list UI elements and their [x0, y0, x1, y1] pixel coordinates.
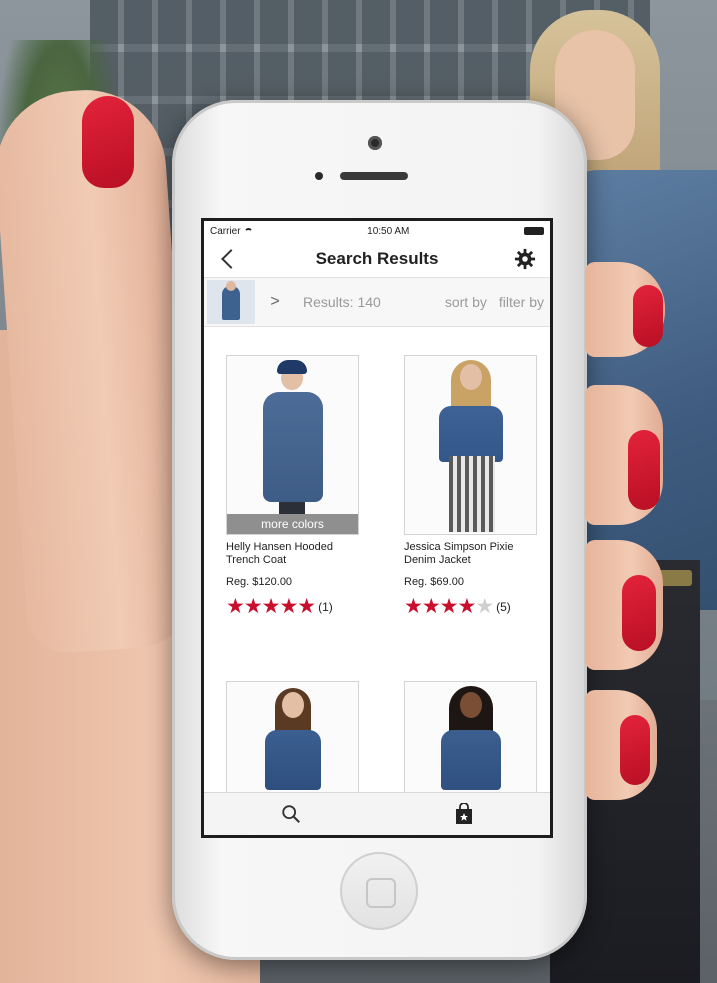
- watch: [658, 570, 692, 586]
- filter-by-button[interactable]: filter by: [493, 294, 550, 310]
- wifi-icon: [243, 227, 253, 235]
- carrier-label: Carrier: [210, 225, 241, 237]
- sort-by-button[interactable]: sort by: [439, 294, 493, 310]
- product-rating: ★★★★★ (1): [226, 594, 359, 619]
- product-rating: ★★★★★ (5): [404, 594, 537, 619]
- status-bar: Carrier 10:50 AM: [204, 221, 550, 241]
- product-price: Reg. $69.00: [404, 576, 464, 588]
- star-rating: ★★★★★: [226, 595, 316, 618]
- product-name[interactable]: Helly Hansen Hooded Trench Coat: [226, 541, 359, 567]
- product-card[interactable]: Jessica Simpson Pixie Denim Jacket Reg. …: [404, 355, 537, 619]
- chevron-right-icon[interactable]: >: [255, 293, 295, 311]
- product-image[interactable]: more colors: [226, 355, 359, 535]
- home-button[interactable]: [340, 852, 418, 930]
- tab-search[interactable]: [204, 793, 377, 835]
- clock: 10:50 AM: [367, 225, 410, 237]
- finger-nail: [620, 715, 650, 785]
- battery-icon: [523, 227, 544, 235]
- search-icon: [281, 805, 300, 823]
- filter-bar: > Results: 140 sort by filter by: [204, 278, 550, 327]
- star-rating: ★★★★★: [404, 595, 494, 618]
- thumb-nail: [82, 96, 134, 188]
- proximity-sensor: [315, 172, 323, 180]
- finger-nail: [628, 430, 660, 510]
- rating-count: (5): [496, 599, 511, 614]
- front-camera: [368, 136, 382, 150]
- tab-bag[interactable]: [377, 793, 550, 835]
- product-name[interactable]: Jessica Simpson Pixie Denim Jacket: [404, 541, 537, 567]
- recent-item-thumbnail[interactable]: [207, 280, 255, 324]
- more-colors-badge[interactable]: more colors: [227, 514, 358, 534]
- finger-nail: [622, 575, 656, 651]
- product-price: Reg. $120.00: [226, 576, 293, 588]
- back-icon[interactable]: [218, 247, 240, 271]
- earpiece: [340, 172, 408, 180]
- tab-bar: [204, 792, 550, 835]
- shopping-bag-icon: [455, 803, 472, 824]
- app-screen: Carrier 10:50 AM Search Results > Result…: [201, 218, 553, 838]
- product-image[interactable]: [404, 355, 537, 535]
- results-count: Results: 140: [303, 294, 381, 310]
- finger-nail: [633, 285, 663, 347]
- product-card[interactable]: more colors Helly Hansen Hooded Trench C…: [226, 355, 359, 619]
- product-grid: more colors Helly Hansen Hooded Trench C…: [204, 327, 550, 835]
- rating-count: (1): [318, 599, 333, 614]
- page-title: Search Results: [315, 249, 439, 268]
- gear-icon[interactable]: [514, 248, 536, 270]
- nav-bar: Search Results: [204, 241, 550, 278]
